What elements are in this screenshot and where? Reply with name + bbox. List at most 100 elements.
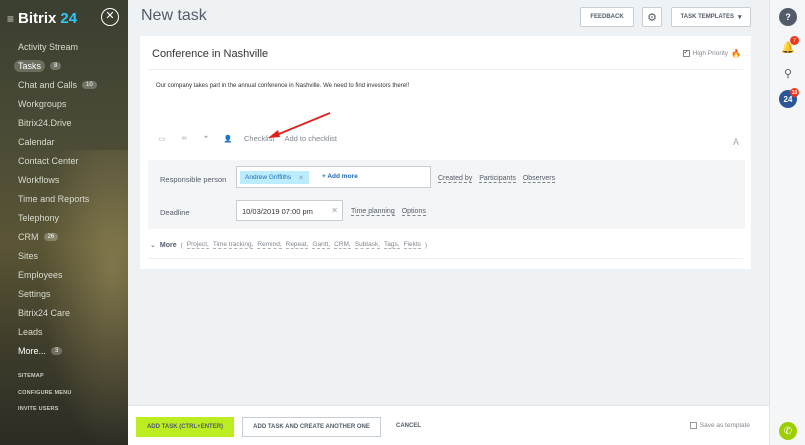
time-planning-link[interactable]: Time planning (351, 208, 395, 216)
sidebar-item-label: Bitrix24.Drive (18, 117, 72, 128)
divider (148, 258, 743, 259)
remove-user-icon[interactable]: ✕ (298, 174, 304, 182)
sidebar-item-label: Workflows (18, 174, 60, 185)
sidebar-item-label: Telephony (18, 212, 60, 223)
more-field-link[interactable]: Subtask, (354, 241, 381, 249)
sidebar-item-label: Chat and Calls (18, 79, 78, 90)
sidebar-item-sites[interactable]: Sites (18, 246, 97, 265)
options-link[interactable]: Options (401, 208, 426, 216)
annotation-arrow (268, 112, 331, 138)
help-icon[interactable]: ? (779, 8, 797, 26)
high-priority-checkbox[interactable]: ✓ (682, 50, 690, 57)
sidebar-item-calendar[interactable]: Calendar (18, 132, 97, 151)
sidebar-item-telephony[interactable]: Telephony (18, 208, 97, 227)
deadline-label: Deadline (160, 208, 190, 217)
more-field-link[interactable]: Time tracking, (212, 241, 254, 249)
mention-user-icon[interactable]: 👤 (222, 135, 234, 143)
settings-button[interactable]: ⚙ (642, 7, 662, 27)
high-priority-toggle[interactable]: ✓ High Priority 🔥 (682, 49, 741, 58)
chevron-down-icon[interactable]: ⌄ (150, 241, 156, 249)
more-field-link[interactable]: Project, (186, 241, 209, 249)
sidebar-item-workflows[interactable]: Workflows (18, 170, 97, 189)
bitrix24-icon[interactable]: 24 10 (779, 88, 799, 108)
invite-users-link[interactable]: INVITE USERS (18, 406, 59, 412)
sidebar-item-bitrix24-care[interactable]: Bitrix24 Care (18, 303, 97, 322)
configure-menu-link[interactable]: CONFIGURE MENU (18, 390, 72, 396)
sidebar-item-contact-center[interactable]: Contact Center (18, 151, 97, 170)
sidebar-item-employees[interactable]: Employees (18, 265, 97, 284)
logo-name: Bitrix (18, 10, 57, 27)
responsible-person-label: Responsible person (160, 175, 227, 184)
page-title: New task (141, 7, 207, 24)
more-field-link[interactable]: CRM, (334, 241, 351, 249)
sidebar-item-workgroups[interactable]: Workgroups (18, 94, 97, 113)
responsible-person-field[interactable]: Andrew Griffiths ✕ + Add more (236, 166, 431, 188)
footer-bar: ADD TASK (CTRL+ENTER) ADD TASK AND CREAT… (128, 405, 769, 445)
created-by-link[interactable]: Created by (438, 175, 473, 183)
clear-deadline-icon[interactable]: ✕ (331, 206, 338, 215)
sidebar-item-more[interactable]: More... 3 (18, 341, 97, 360)
sidebar-item-bitrix24-drive[interactable]: Bitrix24.Drive (18, 113, 97, 132)
sidebar-item-activity-stream[interactable]: Activity Stream (18, 37, 97, 56)
sidebar-item-chat-and-calls[interactable]: Chat and Calls 10 (18, 75, 97, 94)
gear-icon: ⚙ (647, 11, 657, 24)
participants-link[interactable]: Participants (479, 175, 516, 183)
fire-icon: 🔥 (731, 49, 741, 58)
quote-icon[interactable]: ❞ (200, 135, 212, 143)
save-as-template-checkbox[interactable] (689, 422, 697, 429)
logo-number: 24 (60, 10, 78, 27)
more-field-link[interactable]: Remind, (257, 241, 282, 249)
sidebar-menu: Activity Stream Tasks 8 Chat and Calls 10 Wor… (14, 37, 97, 360)
right-panel: ? 🔔 7 ⚲ 24 10 ✆ (769, 0, 805, 445)
sidebar-item-time-and-reports[interactable]: Time and Reports (18, 189, 97, 208)
user-chip-name: Andrew Griffiths (245, 174, 292, 181)
observers-link[interactable]: Observers (522, 175, 556, 183)
menu-icon[interactable]: ≡ (7, 12, 14, 26)
search-icon[interactable]: ⚲ (779, 64, 797, 82)
sidebar-item-tasks[interactable]: Tasks 8 (14, 56, 97, 75)
logo[interactable]: ≡ Bitrix 24 (7, 10, 77, 27)
sidebar-item-settings[interactable]: Settings (18, 284, 97, 303)
add-more-link[interactable]: + Add more (322, 173, 358, 180)
sidebar-item-label: Leads (18, 326, 43, 337)
link-icon[interactable]: ∞ (178, 135, 190, 142)
attach-file-icon[interactable]: ▭ (156, 135, 168, 143)
more-field-link[interactable]: Gantt, (312, 241, 331, 249)
deadline-links: Time planning Options (351, 208, 426, 216)
phone-icon[interactable]: ✆ (779, 422, 797, 440)
sidebar-item-label: CRM (18, 231, 39, 242)
sidebar-item-leads[interactable]: Leads (18, 322, 97, 341)
task-templates-button[interactable]: TASK TEMPLATES ▾ (671, 7, 751, 27)
text-format-icon[interactable]: A (733, 137, 739, 147)
left-sidebar: ≡ Bitrix 24 Activity Stream Tasks 8 Chat an… (0, 0, 128, 445)
save-as-template-toggle[interactable]: Save as template (689, 422, 750, 429)
close-icon[interactable]: ✕ (101, 8, 119, 26)
deadline-value: 10/03/2019 07:00 pm (242, 207, 313, 216)
more-field-link[interactable]: Tags, (384, 241, 400, 249)
chevron-down-icon: ▾ (737, 14, 742, 21)
add-and-create-another-button[interactable]: ADD TASK AND CREATE ANOTHER ONE (242, 417, 381, 437)
user-chip[interactable]: Andrew Griffiths ✕ (240, 171, 309, 184)
more-close-paren: ) (424, 241, 428, 249)
task-title-input[interactable]: Conference in Nashville (152, 48, 268, 60)
task-form: Conference in Nashville ✓ High Priority … (140, 36, 751, 269)
sidebar-item-label: Workgroups (18, 98, 67, 109)
sidebar-item-label: Time and Reports (18, 193, 90, 204)
more-section: ⌄ More ( Project, Time tracking, Remind, Re… (150, 241, 427, 249)
add-task-button[interactable]: ADD TASK (CTRL+ENTER) (136, 417, 234, 437)
more-open-paren: ( (180, 241, 183, 249)
more-field-link[interactable]: Fields (403, 241, 421, 249)
sitemap-link[interactable]: SITEMAP (18, 373, 44, 379)
task-templates-label: TASK TEMPLATES (680, 14, 734, 20)
notifications-icon[interactable]: 🔔 7 (779, 36, 799, 56)
more-field-link[interactable]: Repeat, (285, 241, 309, 249)
feedback-button[interactable]: FEEDBACK (580, 7, 634, 27)
cancel-button[interactable]: CANCEL (396, 423, 421, 429)
sidebar-item-crm[interactable]: CRM 26 (18, 227, 97, 246)
sidebar-item-label: Sites (18, 250, 39, 261)
sidebar-item-count: 10 (82, 80, 97, 89)
deadline-field[interactable]: 10/03/2019 07:00 pm ✕ (236, 200, 343, 221)
task-description[interactable]: Our company takes part in the annual con… (156, 83, 409, 89)
sidebar-item-count: 26 (43, 232, 59, 241)
more-toggle[interactable]: More (160, 242, 177, 249)
